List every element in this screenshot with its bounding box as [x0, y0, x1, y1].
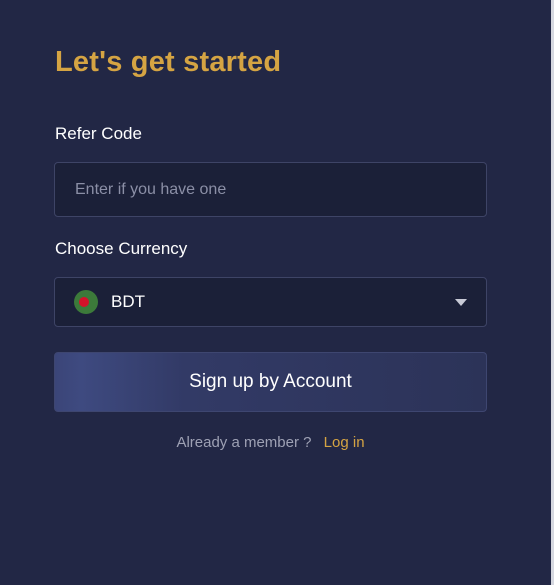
- chevron-down-icon: [455, 299, 467, 306]
- currency-selected-value: BDT: [111, 292, 145, 311]
- signup-button[interactable]: Sign up by Account: [54, 352, 487, 412]
- login-link[interactable]: Log in: [324, 434, 365, 451]
- bangladesh-flag-icon: [74, 290, 98, 314]
- refer-code-input[interactable]: [54, 162, 487, 217]
- currency-select[interactable]: BDT: [54, 277, 487, 327]
- signup-panel: Let's get started Refer Code Choose Curr…: [0, 0, 551, 585]
- login-prompt: Already a member ? Log in: [0, 434, 541, 451]
- page-title: Let's get started: [55, 46, 282, 78]
- currency-label: Choose Currency: [55, 239, 188, 258]
- member-text: Already a member ?: [176, 434, 312, 451]
- refer-code-label: Refer Code: [55, 124, 142, 143]
